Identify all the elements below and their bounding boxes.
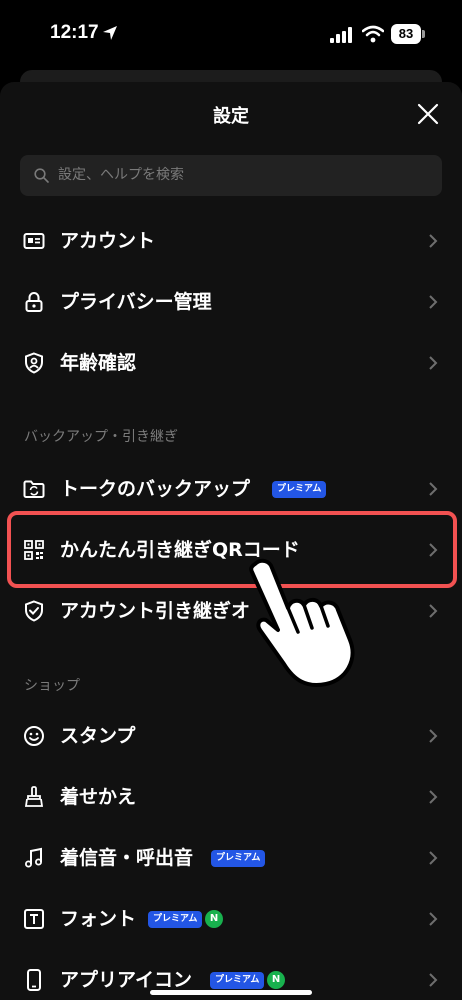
settings-item-privacy[interactable]: プライバシー管理 [0,274,462,330]
search-bar[interactable]: 設定、ヘルプを検索 [20,155,442,196]
new-badge: N [267,971,285,989]
search-icon [34,168,49,183]
section-header-shop: ショップ [24,678,80,694]
phone-icon [27,969,41,991]
chevron-right-icon [429,729,438,743]
chevron-right-icon [429,851,438,865]
settings-item-font[interactable]: フォント プレミアム N [0,891,462,947]
premium-badge: プレミアム [272,481,327,498]
premium-badge: プレミアム [210,972,265,989]
search-input[interactable]: 設定、ヘルプを検索 [58,155,184,196]
settings-item-account[interactable]: アカウント [0,213,462,269]
page-title: 設定 [213,106,249,127]
chevron-right-icon [429,604,438,618]
status-bar: 12:17 83 [0,0,462,66]
chevron-right-icon [429,356,438,370]
settings-item-label: アカウント引き継ぎオ [60,600,251,622]
settings-item-label: アカウント [60,230,156,252]
chevron-right-icon [429,790,438,804]
settings-item-theme[interactable]: 着せかえ [0,769,462,825]
pointing-hand-icon [249,558,355,687]
id-card-icon [23,233,45,249]
settings-item-ringtone[interactable]: 着信音・呼出音 プレミアム [0,830,462,886]
highlight-frame [7,511,457,588]
brush-icon [24,786,44,807]
font-t-icon [24,909,44,929]
location-arrow-icon [103,26,117,40]
settings-item-account-transfer[interactable]: アカウント引き継ぎオ [0,583,462,639]
chevron-right-icon [429,482,438,496]
settings-item-label: トークのバックアップ [60,478,251,500]
settings-item-label: フォント [60,908,137,930]
lock-icon [25,292,43,312]
chevron-right-icon [429,295,438,309]
settings-item-talk-backup[interactable]: トークのバックアップ プレミアム [0,461,462,517]
signal-icon [330,27,352,43]
premium-badge: プレミアム [211,850,266,867]
chevron-right-icon [429,973,438,987]
settings-item-stamp[interactable]: スタンプ [0,708,462,764]
premium-badge: プレミアム [148,911,203,928]
chevron-right-icon [429,912,438,926]
battery-indicator: 83 [391,24,421,44]
folder-sync-icon [23,480,45,498]
settings-item-label: 着信音・呼出音 [60,847,194,869]
home-indicator [150,990,312,995]
settings-item-age-verification[interactable]: 年齢確認 [0,335,462,391]
shield-person-icon [25,352,43,374]
status-time: 12:17 [50,22,99,43]
music-note-icon [25,847,42,868]
battery-tip [422,30,425,38]
chevron-right-icon [429,234,438,248]
wifi-icon [362,25,384,43]
settings-item-label: スタンプ [60,725,136,747]
section-header-backup: バックアップ・引き継ぎ [24,429,178,445]
close-icon[interactable] [416,102,440,126]
settings-item-label: プライバシー管理 [60,291,212,313]
settings-item-label: 年齢確認 [60,352,137,374]
smiley-icon [24,726,44,746]
new-badge: N [205,910,223,928]
shield-check-icon [25,600,43,622]
settings-item-label: 着せかえ [60,786,137,808]
